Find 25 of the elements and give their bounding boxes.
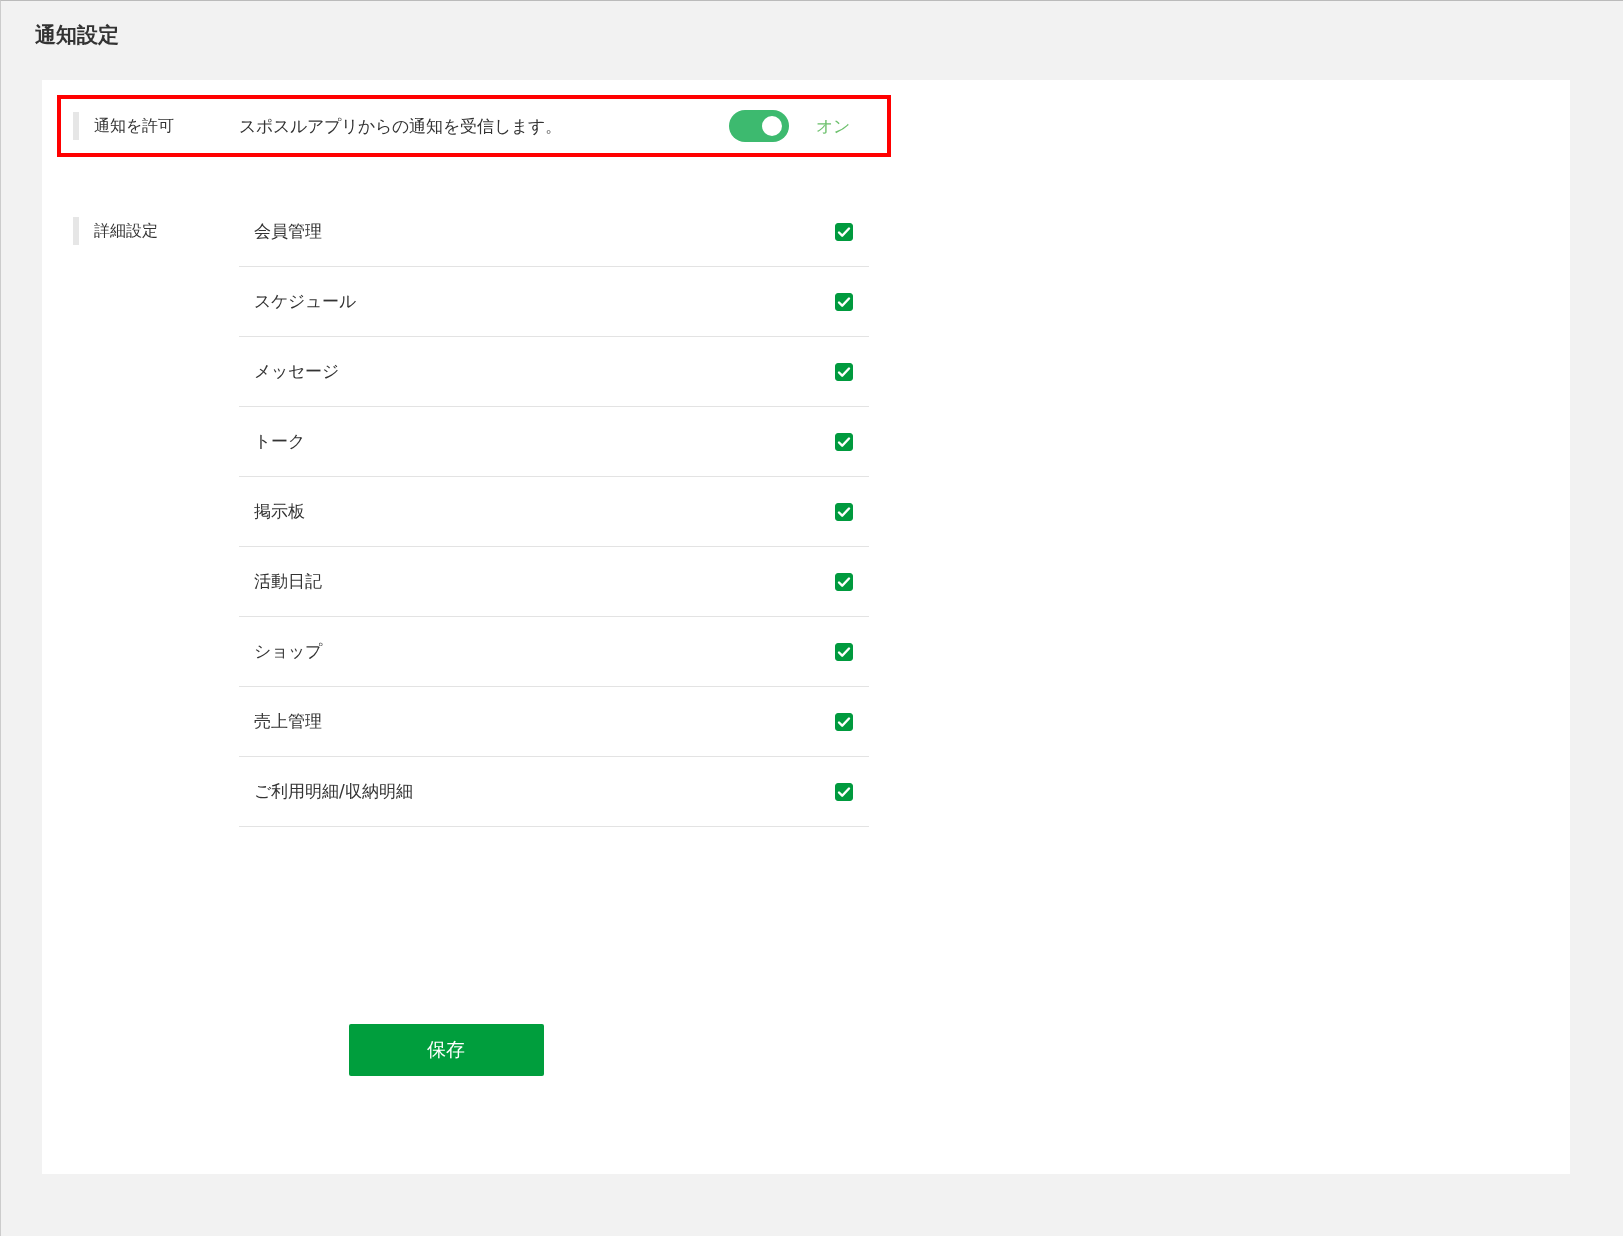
category-label: ショップ (254, 640, 322, 663)
category-label: 掲示板 (254, 500, 305, 523)
notification-toggle[interactable] (729, 110, 789, 142)
category-label: 活動日記 (254, 570, 322, 593)
category-checkbox[interactable] (835, 642, 853, 661)
page-title: 通知設定 (35, 22, 120, 49)
category-label: メッセージ (254, 360, 339, 383)
category-checkbox[interactable] (835, 292, 853, 311)
save-button[interactable]: 保存 (348, 1024, 544, 1076)
section-label: 通知を許可 (73, 112, 239, 140)
category-label: トーク (254, 430, 305, 453)
category-label: スケジュール (254, 290, 356, 313)
section-label: 詳細設定 (73, 217, 239, 245)
category-checkbox[interactable] (835, 222, 853, 241)
category-checkbox[interactable] (835, 432, 853, 451)
toggle-status-text: オン (816, 114, 850, 138)
category-checkbox[interactable] (835, 362, 853, 381)
category-checkbox[interactable] (835, 782, 853, 801)
category-label: 会員管理 (254, 220, 322, 243)
category-label: ご利用明細/収納明細 (254, 780, 413, 803)
description-text: スポスルアプリからの通知を受信します。 (239, 114, 563, 138)
category-checkbox[interactable] (835, 572, 853, 591)
category-label: 売上管理 (254, 710, 322, 733)
category-checkbox[interactable] (835, 712, 853, 731)
category-checkbox[interactable] (835, 502, 853, 521)
